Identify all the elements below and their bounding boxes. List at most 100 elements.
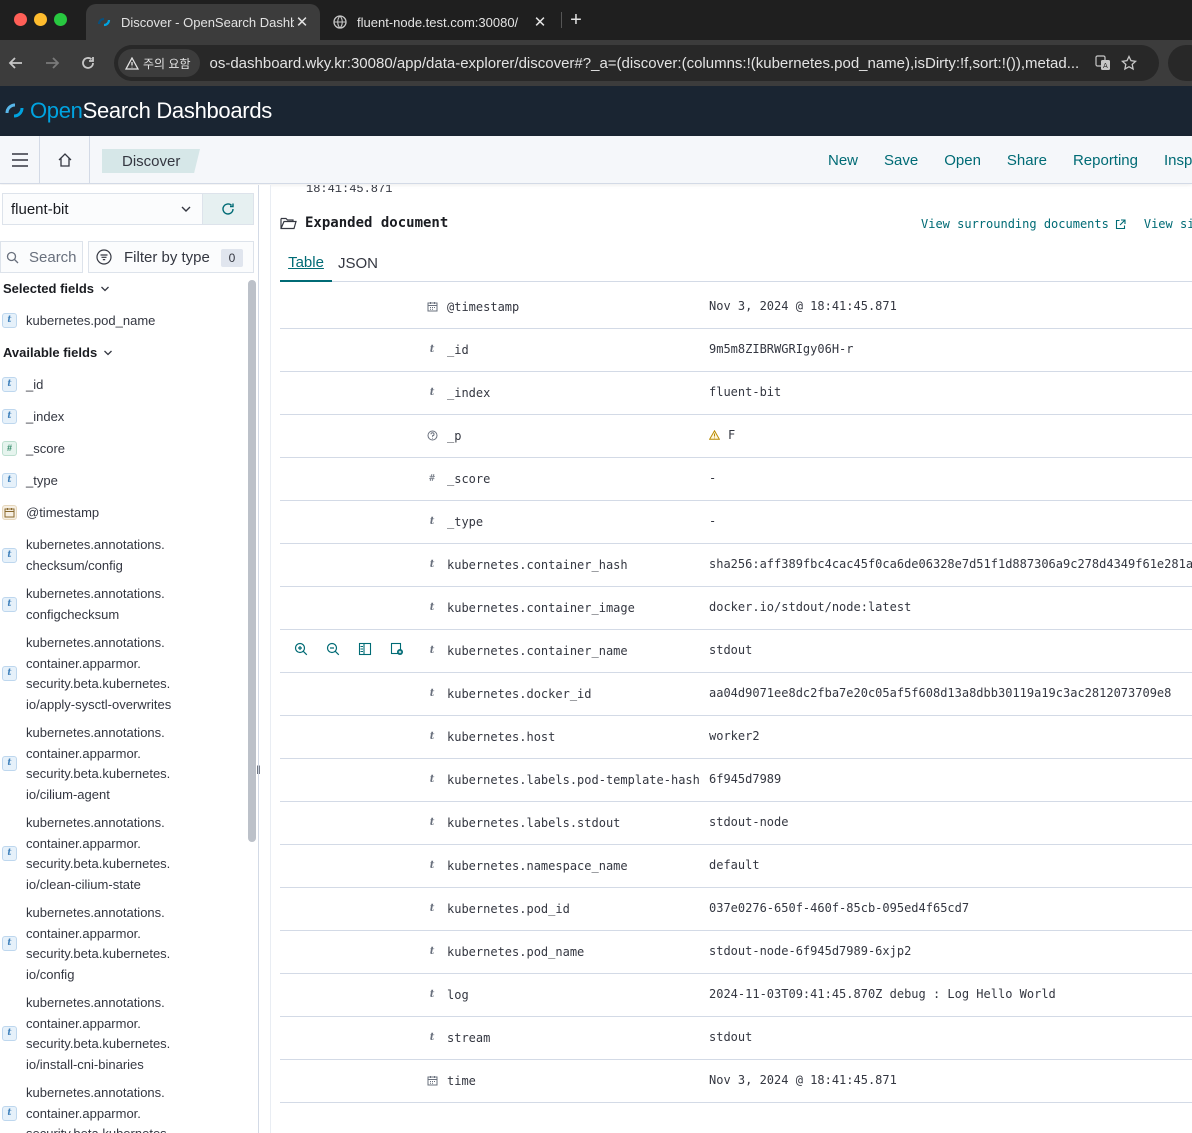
document-field-row[interactable]: t kubernetes.labels.pod-template-hash 6f94… xyxy=(280,759,1192,802)
number-type-icon: # xyxy=(2,441,17,457)
tab-table[interactable]: Table xyxy=(280,245,332,282)
field-item[interactable]: t kubernetes.annotations. container.apparm… xyxy=(0,993,246,1075)
bookmark-star-icon[interactable] xyxy=(1116,50,1142,76)
document-field-row[interactable]: t _id 9m5m8ZIBRWGRIgy06H-r xyxy=(280,329,1192,372)
new-button[interactable]: New xyxy=(828,152,858,169)
field-name: kubernetes.annotations. container.apparmo… xyxy=(26,815,171,892)
filter-count-badge: 0 xyxy=(221,249,243,267)
opensearch-logo-icon[interactable] xyxy=(4,99,26,124)
url-text[interactable]: os-dashboard.wky.kr:30080/app/data-explo… xyxy=(210,55,1090,72)
save-button[interactable]: Save xyxy=(884,152,918,169)
document-field-row[interactable]: t kubernetes.namespace_name default xyxy=(280,845,1192,888)
browser-tab-fluent-node[interactable]: fluent-node.test.com:30080/ ✕ xyxy=(322,4,558,40)
browser-tab-discover[interactable]: Discover - OpenSearch Dashb ✕ xyxy=(86,4,320,40)
field-item[interactable]: t kubernetes.annotations. checksum/config xyxy=(0,535,246,576)
date-type-icon xyxy=(426,1074,438,1086)
back-arrow-icon[interactable] xyxy=(5,52,27,74)
field-item[interactable]: t _id xyxy=(0,375,246,396)
document-field-row[interactable]: t kubernetes.pod_name stdout-node-6f945d79… xyxy=(280,931,1192,974)
available-fields-heading[interactable]: Available fields xyxy=(3,345,113,360)
reload-icon[interactable] xyxy=(77,52,99,74)
open-button[interactable]: Open xyxy=(944,152,981,169)
minimize-window-button[interactable] xyxy=(34,13,47,26)
document-field-row[interactable]: @timestamp Nov 3, 2024 @ 18:41:45.871 xyxy=(280,286,1192,329)
external-link-icon xyxy=(1115,218,1126,229)
field-item[interactable]: t kubernetes.annotations. container.apparm… xyxy=(0,813,246,895)
document-field-row[interactable]: time Nov 3, 2024 @ 18:41:45.871 xyxy=(280,1060,1192,1103)
filter-for-value-icon[interactable] xyxy=(294,642,326,656)
document-field-row[interactable]: t kubernetes.container_hash sha256:aff389f… xyxy=(280,544,1192,587)
field-item[interactable]: t _index xyxy=(0,407,246,428)
document-field-row[interactable]: # _score - xyxy=(280,458,1192,501)
field-key: log xyxy=(447,988,469,1002)
translate-icon[interactable]: A xyxy=(1090,50,1116,76)
new-tab-button[interactable]: + xyxy=(566,8,586,32)
document-field-row[interactable]: t _type - xyxy=(280,501,1192,544)
toggle-column-icon[interactable] xyxy=(358,642,390,656)
document-field-row[interactable]: t _index fluent-bit xyxy=(280,372,1192,415)
refresh-index-button[interactable] xyxy=(202,193,254,225)
field-item[interactable]: t kubernetes.annotations. container.apparm… xyxy=(0,1083,246,1133)
close-window-button[interactable] xyxy=(14,13,27,26)
field-name: kubernetes.annotations. configchecksum xyxy=(26,586,165,622)
resize-gutter[interactable] xyxy=(259,185,271,1133)
opensearch-logo-text[interactable]: OpenSearch Dashboards xyxy=(30,98,272,124)
address-bar[interactable]: 주의 요함 os-dashboard.wky.kr:30080/app/data… xyxy=(114,45,1159,81)
filter-out-value-icon[interactable] xyxy=(326,642,358,656)
field-item[interactable]: t kubernetes.annotations. configchecksum xyxy=(0,584,246,625)
field-key: kubernetes.host xyxy=(447,730,556,744)
document-field-row[interactable]: t log 2024-11-03T09:41:45.870Z debug : Log… xyxy=(280,974,1192,1017)
field-value: default xyxy=(709,858,760,872)
index-pattern-select[interactable]: fluent-bit xyxy=(2,193,202,225)
breadcrumb[interactable]: Discover xyxy=(102,149,200,173)
document-field-row[interactable]: _p F xyxy=(280,415,1192,458)
view-surrounding-documents-link[interactable]: View surrounding documents xyxy=(921,217,1109,231)
maximize-window-button[interactable] xyxy=(54,13,67,26)
string-type-icon: t xyxy=(2,666,17,681)
selected-fields-heading[interactable]: Selected fields xyxy=(3,281,110,296)
globe-icon xyxy=(332,14,348,30)
string-type-icon: t xyxy=(429,644,435,656)
chevron-down-icon xyxy=(104,350,113,355)
field-key: kubernetes.container_name xyxy=(447,644,628,658)
field-item[interactable]: t kubernetes.annotations. container.apparm… xyxy=(0,723,246,805)
filter-exists-icon[interactable] xyxy=(390,642,422,656)
home-button[interactable] xyxy=(40,136,90,184)
close-tab-icon[interactable]: ✕ xyxy=(294,13,310,31)
menu-button[interactable] xyxy=(0,136,40,184)
field-item[interactable]: @timestamp xyxy=(0,503,246,524)
field-name: kubernetes.pod_name xyxy=(26,313,156,328)
field-item[interactable]: t kubernetes.annotations. container.apparm… xyxy=(0,903,246,985)
field-item[interactable]: # _score xyxy=(0,439,246,460)
share-button[interactable]: Share xyxy=(1007,152,1047,169)
document-field-row[interactable]: t kubernetes.pod_id 037e0276-650f-460f-85c… xyxy=(280,888,1192,931)
profile-button[interactable] xyxy=(1168,45,1192,81)
view-single-document-link[interactable]: View si xyxy=(1144,217,1192,231)
document-field-row[interactable]: t kubernetes.container_name stdout xyxy=(280,630,1192,673)
tab-json[interactable]: JSON xyxy=(338,245,378,282)
document-field-row[interactable]: t kubernetes.docker_id aa04d9071ee8dc2fba7… xyxy=(280,673,1192,716)
opensearch-favicon-icon xyxy=(96,14,112,30)
filter-by-type-button[interactable]: Filter by type 0 xyxy=(88,241,254,273)
reporting-button[interactable]: Reporting xyxy=(1073,152,1138,169)
resize-handle-icon[interactable]: ‖ xyxy=(256,763,262,779)
previous-row-timestamp: 18:41:45.871 xyxy=(306,185,393,196)
sidebar-scrollbar[interactable] xyxy=(248,280,256,842)
document-field-row[interactable]: t kubernetes.container_image docker.io/std… xyxy=(280,587,1192,630)
security-warning-chip[interactable]: 주의 요함 xyxy=(118,49,200,77)
inspect-button[interactable]: Inspe xyxy=(1164,152,1192,169)
field-key: kubernetes.pod_id xyxy=(447,902,570,916)
field-search-input[interactable]: Search xyxy=(0,241,83,273)
document-field-row[interactable]: t kubernetes.host worker2 xyxy=(280,716,1192,759)
string-type-icon: t xyxy=(2,1105,17,1121)
field-item[interactable]: t kubernetes.annotations. container.apparm… xyxy=(0,633,246,715)
close-tab-icon[interactable]: ✕ xyxy=(532,13,548,31)
document-field-row[interactable]: t kubernetes.labels.stdout stdout-node xyxy=(280,802,1192,845)
forward-arrow-icon[interactable] xyxy=(41,52,63,74)
field-item[interactable]: t _type xyxy=(0,471,246,492)
field-key: @timestamp xyxy=(447,300,520,314)
field-name: kubernetes.annotations. container.apparmo… xyxy=(26,1085,170,1133)
document-field-row[interactable]: t stream stdout xyxy=(280,1017,1192,1060)
selected-field-item[interactable]: t kubernetes.pod_name xyxy=(0,311,246,331)
expanded-document-title: Expanded document xyxy=(280,215,448,231)
